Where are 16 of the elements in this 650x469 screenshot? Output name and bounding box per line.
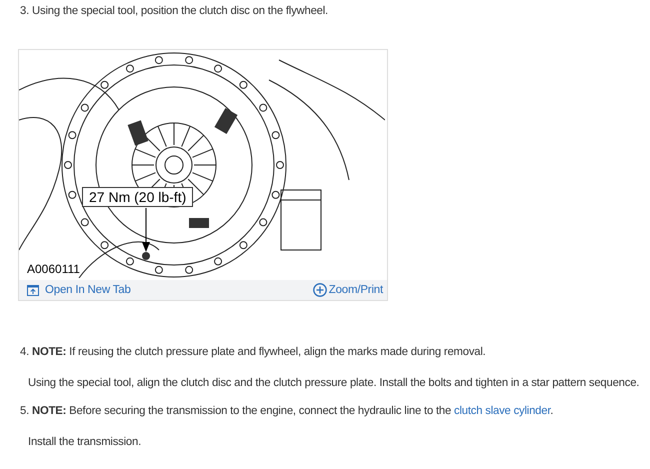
note-text: NOTE: If reusing the clutch pressure plate and flywheel, align the marks made during removal. (32, 346, 486, 358)
step-number: 3. (20, 5, 30, 17)
open-tab-icon (27, 284, 39, 296)
step-detail: Install the transmission. (28, 435, 142, 449)
step-text: Using the special tool, position the clutch disc on the flywheel. (32, 5, 328, 17)
plus-circle-icon (312, 283, 327, 297)
figure-id: A0060111 (27, 262, 80, 276)
step-number: 4. (20, 346, 30, 358)
clutch-slave-cylinder-link[interactable]: clutch slave cylinder (454, 405, 550, 417)
callout-arrow (142, 208, 150, 252)
zoom-print-link[interactable]: Zoom/Print (312, 283, 383, 297)
step-detail: Using the special tool, align the clutch disc and the clutch pressure plate. Install the bolts and tighten in a star pattern sequence. (28, 376, 640, 390)
torque-callout: 27 Nm (20 lb-ft) (82, 187, 194, 207)
open-in-new-tab-link[interactable]: Open In New Tab (27, 284, 131, 296)
step-number: 5. (20, 405, 30, 417)
note-text: NOTE: Before securing the transmission to the engine, connect the hydraulic line to the clutch slave cylinder. (32, 405, 554, 417)
